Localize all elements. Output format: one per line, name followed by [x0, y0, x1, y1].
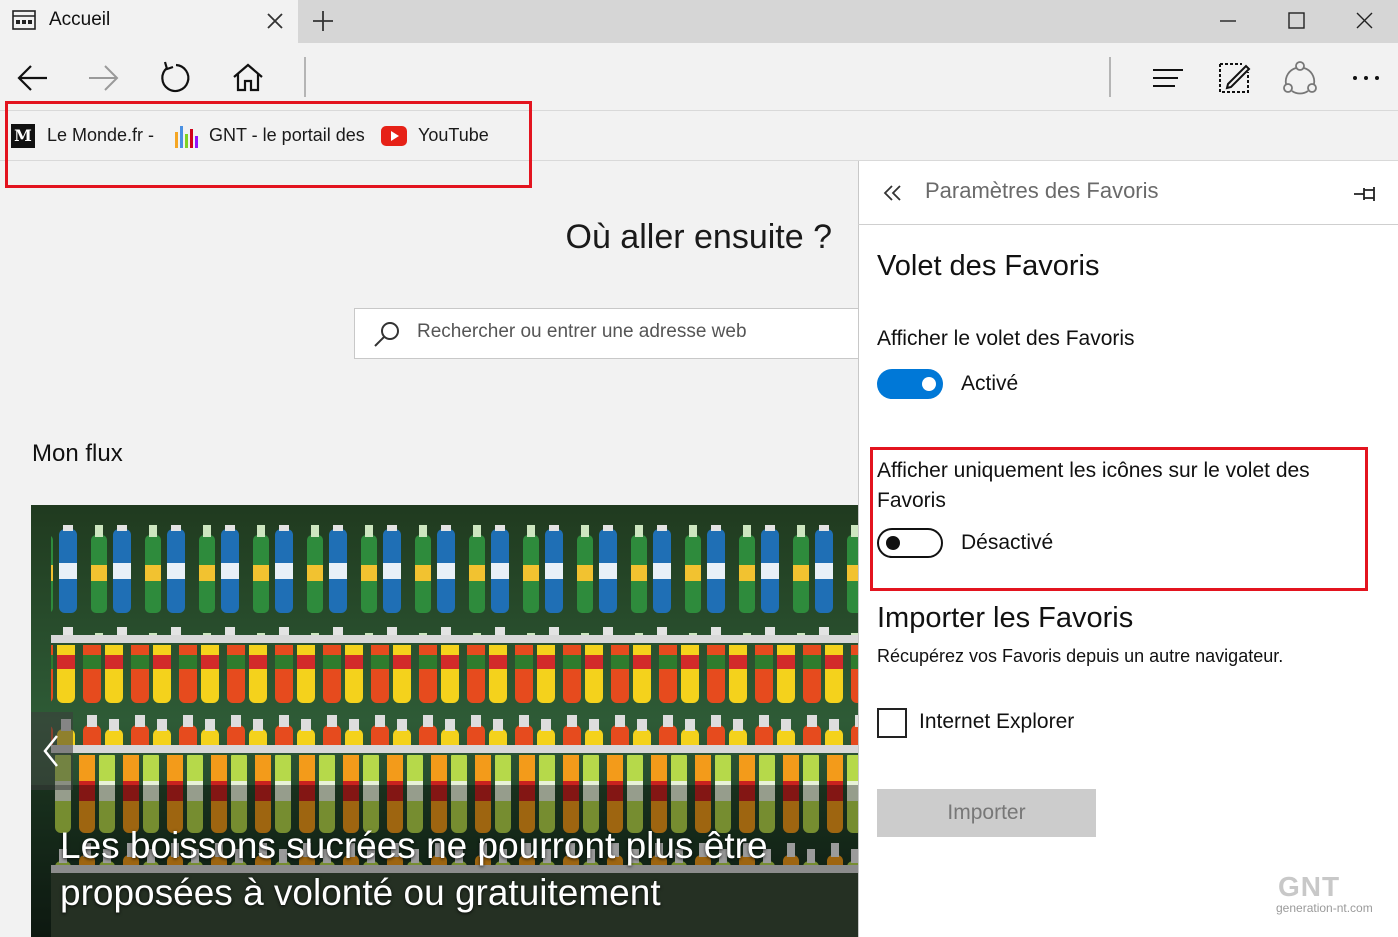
forward-icon[interactable]	[83, 58, 123, 98]
minimize-icon[interactable]	[1212, 6, 1244, 36]
close-tab-icon[interactable]	[262, 8, 288, 34]
carousel-previous-button[interactable]	[31, 712, 73, 790]
gnt-watermark-logo: GNT	[1278, 871, 1341, 902]
hub-icon[interactable]	[1148, 58, 1188, 98]
maximize-icon[interactable]	[1280, 6, 1312, 36]
news-headline[interactable]: Les boissons sucrées ne pourront plus êt…	[60, 822, 850, 916]
panel-header-divider	[858, 224, 1398, 225]
pin-icon[interactable]	[1352, 182, 1382, 206]
web-note-icon[interactable]	[1214, 58, 1254, 98]
search-placeholder: Rechercher ou entrer une adresse web	[417, 321, 747, 342]
favorites-bar-section-title: Volet des Favoris	[877, 250, 1100, 282]
page-heading: Où aller ensuite ?	[565, 218, 833, 256]
close-window-icon[interactable]	[1348, 6, 1380, 36]
favorites-bar-highlight	[5, 101, 532, 188]
internet-explorer-label[interactable]: Internet Explorer	[919, 710, 1074, 734]
internet-explorer-checkbox[interactable]	[877, 708, 907, 738]
share-icon[interactable]	[1280, 58, 1320, 98]
chevron-left-icon	[43, 735, 58, 767]
show-favorites-bar-toggle[interactable]	[877, 369, 943, 399]
more-icon[interactable]	[1346, 58, 1386, 98]
show-favorites-bar-state: Activé	[961, 372, 1019, 395]
import-description: Récupérez vos Favoris depuis un autre na…	[877, 646, 1284, 666]
tab-accueil[interactable]	[0, 0, 298, 43]
feed-title: Mon flux	[32, 440, 123, 467]
tab-title: Accueil	[49, 9, 111, 30]
toolbar-separator	[1109, 57, 1111, 97]
icons-only-highlight	[870, 447, 1368, 591]
new-tab-icon[interactable]	[308, 6, 338, 36]
import-button[interactable]: Importer	[877, 789, 1096, 837]
search-icon	[374, 322, 399, 347]
panel-title: Paramètres des Favoris	[925, 178, 1159, 203]
page-icon	[12, 10, 36, 30]
gnt-watermark-url: generation-nt.com	[1276, 901, 1373, 915]
show-favorites-bar-label: Afficher le volet des Favoris	[877, 327, 1135, 350]
import-section-title: Importer les Favoris	[877, 602, 1134, 634]
address-separator	[304, 57, 306, 97]
back-icon[interactable]	[13, 58, 53, 98]
refresh-icon[interactable]	[156, 58, 196, 98]
double-chevron-left-icon[interactable]	[880, 180, 906, 206]
home-icon[interactable]	[228, 58, 268, 98]
